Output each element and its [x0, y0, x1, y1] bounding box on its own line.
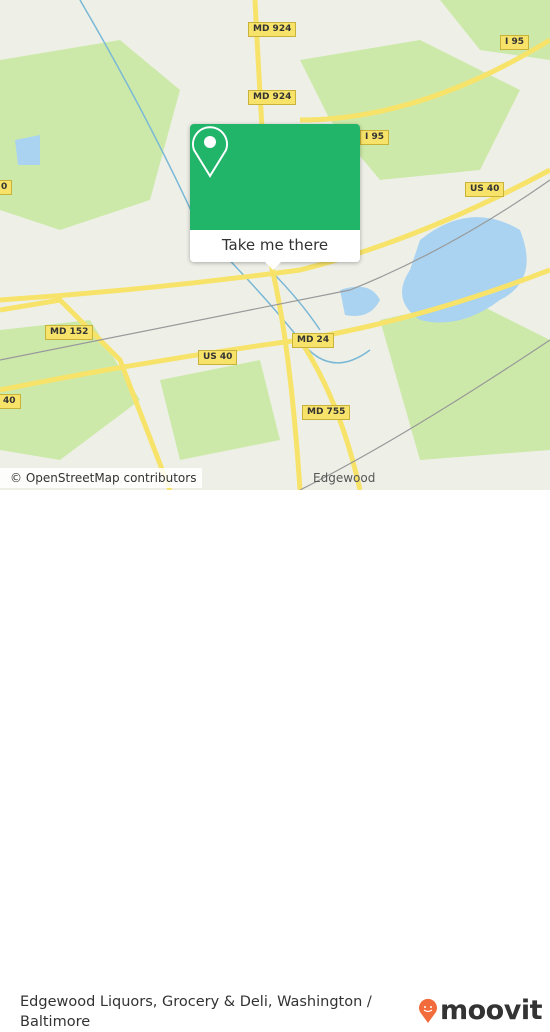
- road-label: MD 24: [292, 333, 335, 348]
- footer: Edgewood Liquors, Grocery & Deli, Washin…: [0, 490, 550, 1030]
- popup-pointer: [265, 262, 281, 270]
- road-label: 0: [0, 180, 13, 195]
- brand-name: moovit: [440, 995, 543, 1026]
- road-label: US 40: [465, 182, 505, 197]
- map-pin-icon: [192, 126, 228, 178]
- moovit-pin-icon: [419, 998, 437, 1023]
- road-label: MD 152: [45, 325, 94, 340]
- destination-popup: Take me there: [190, 124, 360, 270]
- road-label: MD 755: [302, 405, 351, 420]
- road-label: MD 924: [248, 22, 297, 37]
- map[interactable]: MD 924 MD 924 I 95 I 95 US 40 MD 152 US …: [0, 0, 550, 490]
- road-label: 40: [0, 394, 21, 409]
- place-label-edgewood: Edgewood: [313, 471, 376, 485]
- attribution[interactable]: © OpenStreetMap contributors: [0, 468, 203, 488]
- take-me-there-button[interactable]: Take me there: [190, 230, 360, 262]
- road-label: US 40: [198, 350, 238, 365]
- moovit-logo: moovit: [418, 995, 543, 1026]
- road-label: I 95: [500, 35, 530, 50]
- popup-header: [190, 124, 360, 230]
- road-label: I 95: [360, 130, 390, 145]
- place-title: Edgewood Liquors, Grocery & Deli, Washin…: [20, 994, 372, 1030]
- road-label: MD 924: [248, 90, 297, 105]
